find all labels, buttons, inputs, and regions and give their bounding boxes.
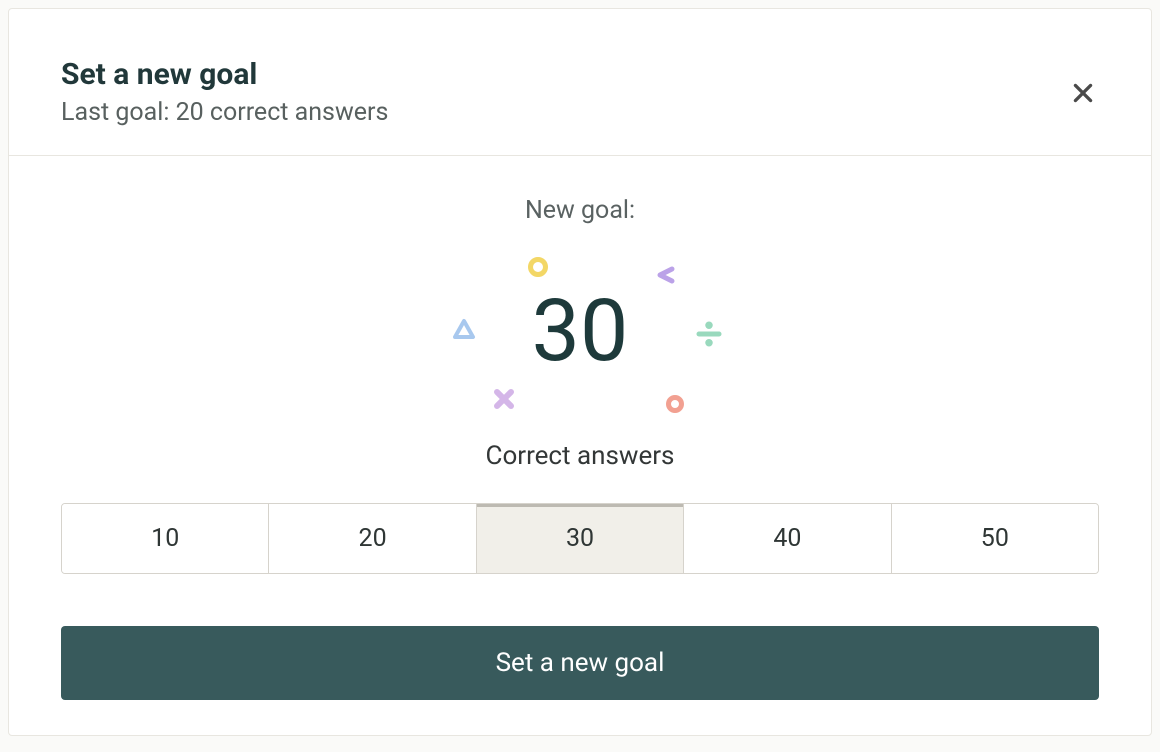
modal-header: Set a new goal Last goal: 20 correct ans… xyxy=(9,9,1151,156)
close-button[interactable] xyxy=(1067,77,1099,109)
modal-footer: Set a new goal xyxy=(9,574,1151,752)
goal-option-50[interactable]: 50 xyxy=(892,504,1098,573)
goal-option-40[interactable]: 40 xyxy=(684,504,891,573)
correct-answers-label: Correct answers xyxy=(486,441,675,471)
modal-body: New goal: xyxy=(9,156,1151,574)
goal-option-30[interactable]: 30 xyxy=(477,504,684,573)
goal-modal: Set a new goal Last goal: 20 correct ans… xyxy=(8,8,1152,736)
goal-value: 30 xyxy=(532,288,629,374)
multiply-icon xyxy=(492,387,516,415)
close-icon xyxy=(1070,80,1096,106)
circle-icon xyxy=(528,257,548,277)
goal-option-10[interactable]: 10 xyxy=(62,504,269,573)
new-goal-label: New goal: xyxy=(525,196,635,225)
goal-display: 30 xyxy=(420,241,740,421)
divide-icon xyxy=(694,319,724,353)
set-goal-button[interactable]: Set a new goal xyxy=(61,626,1099,700)
modal-title: Set a new goal xyxy=(61,57,1099,92)
modal-subtitle: Last goal: 20 correct answers xyxy=(61,98,1099,127)
goal-options-group: 10 20 30 40 50 xyxy=(61,503,1099,574)
circle-icon xyxy=(666,395,684,413)
goal-option-20[interactable]: 20 xyxy=(269,504,476,573)
less-than-icon xyxy=(654,263,678,291)
